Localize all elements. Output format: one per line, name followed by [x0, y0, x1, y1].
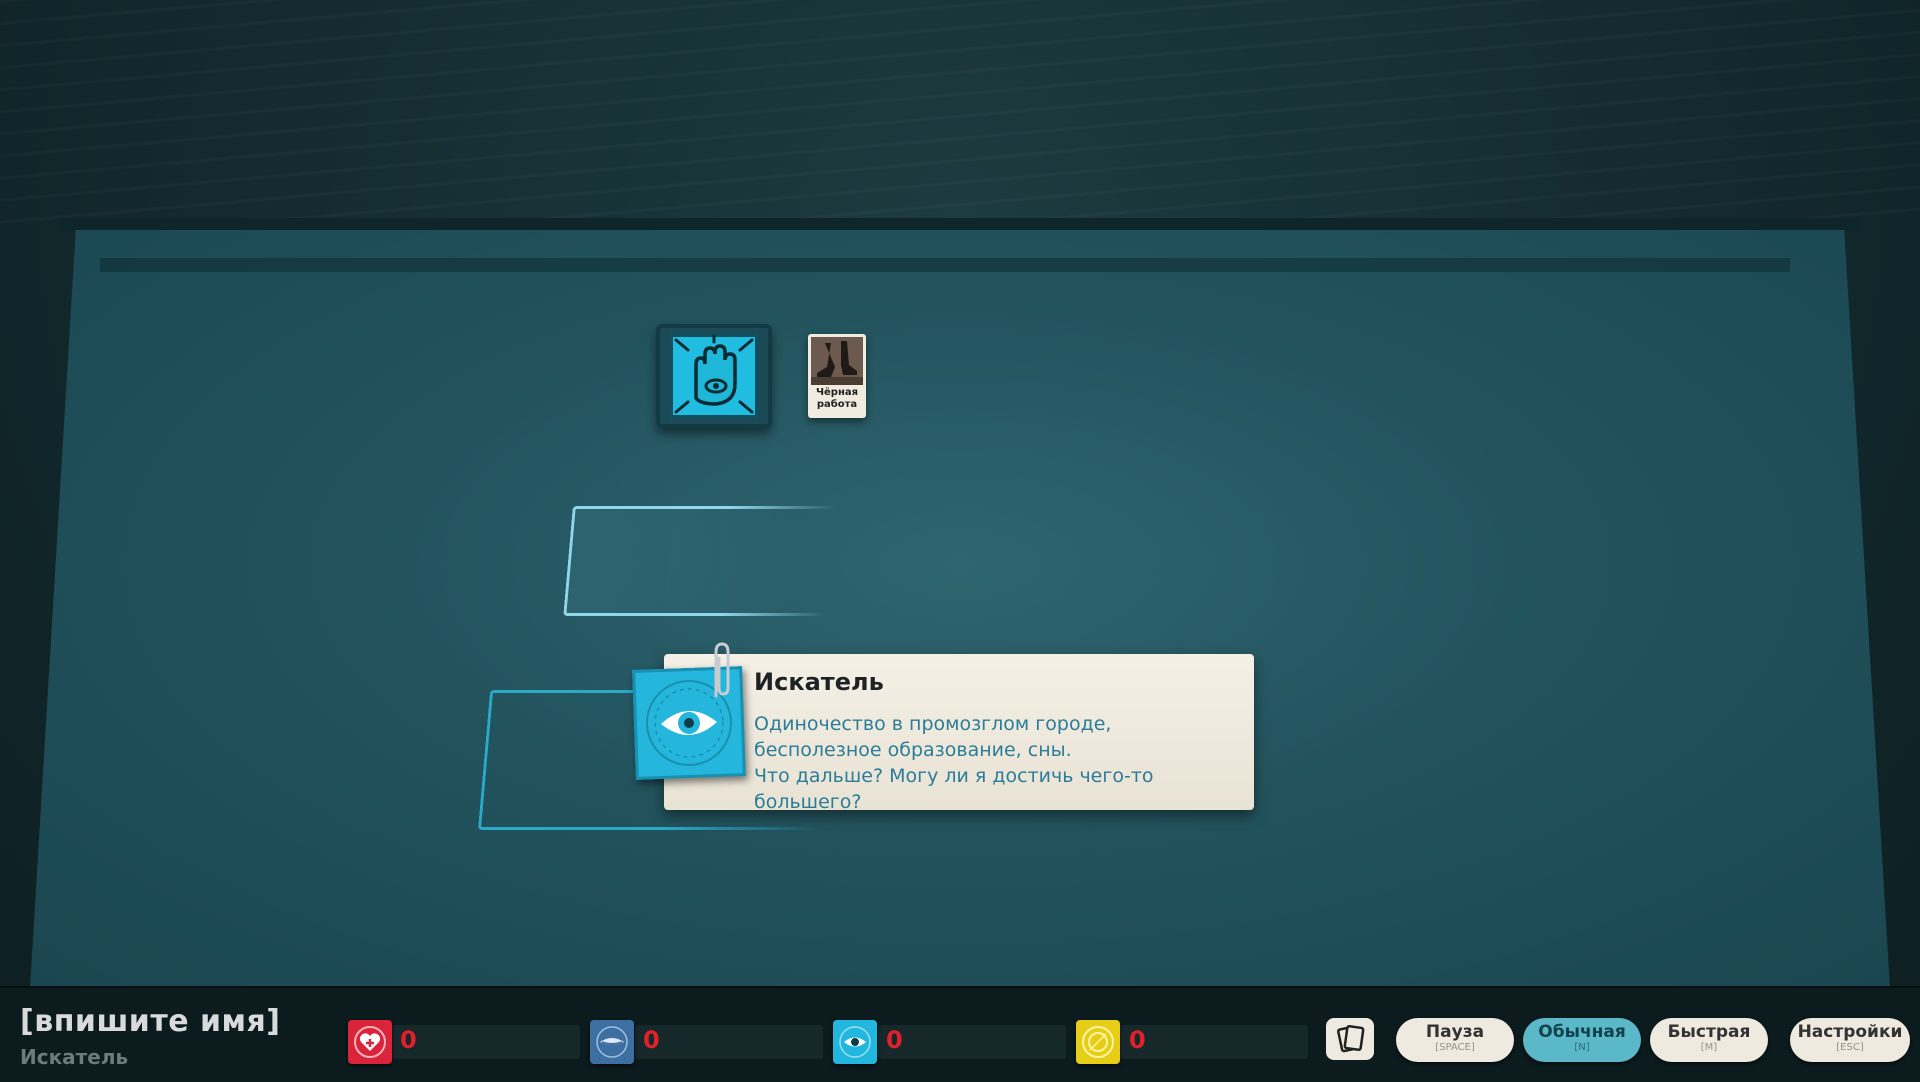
fast-speed-label: Быстрая	[1667, 1022, 1751, 1042]
settings-label: Настройки	[1797, 1022, 1903, 1042]
resource-value-passion: 0	[643, 1026, 660, 1054]
player-profession: Искатель	[20, 1045, 129, 1069]
table-rim	[60, 218, 1860, 230]
raised-hand-eye-icon	[670, 334, 758, 418]
player-name[interactable]: [впишите имя]	[20, 1004, 281, 1039]
card-slot[interactable]	[563, 506, 836, 616]
fast-speed-hotkey: [M]	[1700, 1042, 1718, 1053]
heart-icon[interactable]	[348, 1020, 392, 1064]
cards-icon	[1337, 1025, 1365, 1053]
card-label: Чёрная работа	[815, 387, 859, 410]
resource-track-health	[392, 1025, 580, 1059]
resource-track-funds	[1120, 1025, 1308, 1059]
resource-track-passion	[635, 1025, 823, 1059]
deck-button[interactable]	[1326, 1018, 1374, 1060]
resource-value-reason: 0	[886, 1026, 903, 1054]
pause-button-label: Пауза	[1425, 1022, 1485, 1042]
boots-icon	[811, 337, 863, 385]
eye-icon[interactable]	[833, 1020, 877, 1064]
card-menial-work[interactable]: Чёрная работа	[808, 334, 866, 418]
pause-button[interactable]: Пауза [SPACE]	[1396, 1018, 1514, 1062]
tooltip-description-line: Что дальше? Могу ли я достичь чего-то бо…	[754, 765, 1154, 813]
normal-speed-label: Обычная	[1538, 1022, 1626, 1042]
game-table	[30, 218, 1890, 988]
normal-speed-hotkey: [N]	[1574, 1042, 1590, 1053]
pause-button-hotkey: [SPACE]	[1435, 1042, 1475, 1053]
settings-hotkey: [ESC]	[1836, 1042, 1864, 1053]
verb-token-work[interactable]	[656, 324, 772, 428]
tooltip-description: Одиночество в промозглом городе, бесполе…	[754, 711, 1244, 815]
normal-speed-button[interactable]: Обычная [N]	[1523, 1018, 1641, 1062]
table-inner-edge	[100, 258, 1790, 272]
resource-track-reason	[878, 1025, 1066, 1059]
coin-icon[interactable]	[1076, 1020, 1120, 1064]
settings-button[interactable]: Настройки [ESC]	[1790, 1018, 1910, 1062]
moon-icon[interactable]	[590, 1020, 634, 1064]
paperclip-icon	[708, 640, 732, 700]
fast-speed-button[interactable]: Быстрая [M]	[1650, 1018, 1768, 1062]
background-wood	[0, 0, 1920, 230]
resource-value-health: 0	[400, 1026, 417, 1054]
tooltip-title: Искатель	[754, 668, 884, 696]
resource-value-funds: 0	[1129, 1026, 1146, 1054]
tooltip-description-line: Одиночество в промозглом городе, бесполе…	[754, 713, 1112, 761]
